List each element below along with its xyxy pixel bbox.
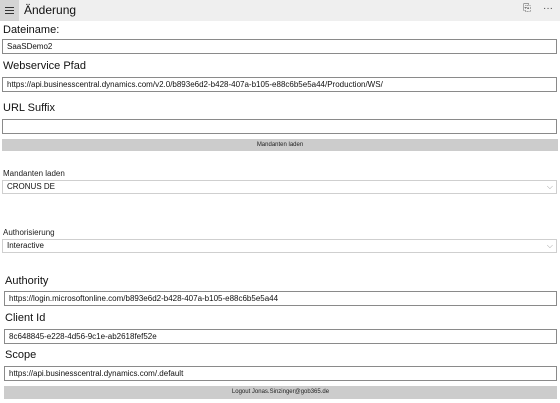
dateiname-label: Dateiname: bbox=[3, 24, 60, 36]
mandanten-selected-value: CRONUS DE bbox=[7, 182, 56, 191]
authorisierung-selected-value: Interactive bbox=[7, 241, 44, 250]
authority-field[interactable]: https://login.microsoftonline.com/b893e6… bbox=[4, 291, 557, 306]
title-bar: Änderung ⎘ ··· bbox=[0, 0, 560, 21]
more-options-icon[interactable]: ··· bbox=[543, 3, 553, 15]
authority-label: Authority bbox=[5, 275, 49, 287]
hamburger-menu-icon[interactable] bbox=[0, 0, 19, 21]
window-title: Änderung bbox=[24, 3, 77, 17]
authorisierung-label: Authorisierung bbox=[3, 228, 55, 237]
url-suffix-label: URL Suffix bbox=[3, 102, 55, 114]
authorisierung-select[interactable]: Interactive ⌵ bbox=[2, 239, 557, 253]
chevron-down-icon: ⌵ bbox=[546, 182, 553, 191]
url-suffix-field[interactable] bbox=[2, 119, 557, 134]
dateiname-field[interactable]: SaaSDemo2 bbox=[2, 39, 557, 54]
scope-label: Scope bbox=[5, 349, 37, 361]
webservice-field[interactable]: https://api.businesscentral.dynamics.com… bbox=[2, 77, 557, 92]
mandanten-laden-button[interactable]: Mandanten laden bbox=[2, 139, 558, 151]
logout-button[interactable]: Logout Jonas.Sinzinger@gob365.de bbox=[4, 386, 557, 399]
client-id-field[interactable]: 8c648845-e228-4d56-9c1e-ab2618fef52e bbox=[4, 329, 557, 344]
scope-field[interactable]: https://api.businesscentral.dynamics.com… bbox=[4, 366, 557, 381]
chevron-down-icon: ⌵ bbox=[546, 241, 553, 250]
mandanten-select[interactable]: CRONUS DE ⌵ bbox=[2, 180, 557, 194]
mandanten-label: Mandanten laden bbox=[3, 169, 65, 178]
webservice-label: Webservice Pfad bbox=[3, 60, 86, 72]
client-id-label: Client Id bbox=[5, 312, 46, 324]
share-icon[interactable]: ⎘ bbox=[523, 3, 531, 15]
